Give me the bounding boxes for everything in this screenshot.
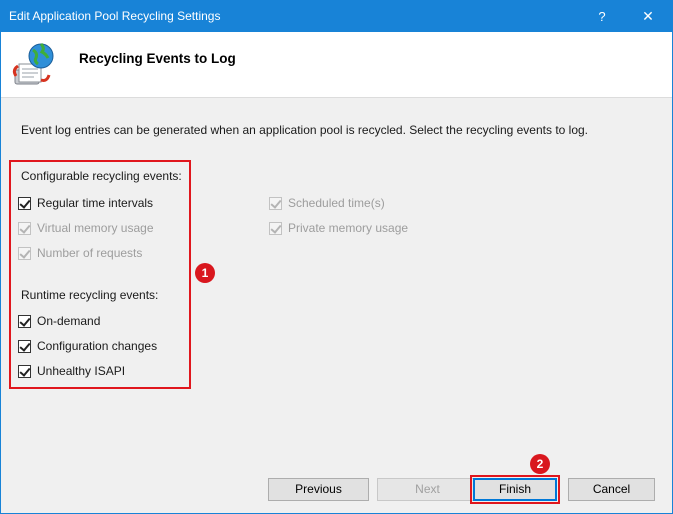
help-button[interactable]: ? (582, 1, 622, 32)
checkbox-label: Private memory usage (288, 221, 409, 235)
previous-button[interactable]: Previous (268, 478, 369, 501)
highlight-box-events (9, 160, 191, 389)
page-title: Recycling Events to Log (79, 51, 236, 66)
checkbox-box (269, 221, 282, 235)
title-bar[interactable]: Edit Application Pool Recycling Settings… (1, 1, 672, 32)
dialog-window: Edit Application Pool Recycling Settings… (0, 0, 673, 514)
checkbox-label: Scheduled time(s) (288, 196, 385, 210)
checkbox-scheduled-times: Scheduled time(s) (269, 195, 385, 211)
annotation-badge-2: 2 (530, 454, 550, 474)
window-title: Edit Application Pool Recycling Settings (9, 9, 221, 23)
wizard-header: Recycling Events to Log (1, 32, 672, 98)
close-button[interactable]: ✕ (628, 1, 668, 32)
description-text: Event log entries can be generated when … (21, 123, 589, 137)
cancel-button[interactable]: Cancel (568, 478, 655, 501)
app-pool-globe-icon (12, 42, 54, 85)
next-button: Next (377, 478, 478, 501)
highlight-box-finish (470, 475, 560, 504)
checkbox-private-memory-usage: Private memory usage (269, 220, 408, 236)
checkbox-box (269, 196, 282, 210)
annotation-badge-1: 1 (195, 263, 215, 283)
